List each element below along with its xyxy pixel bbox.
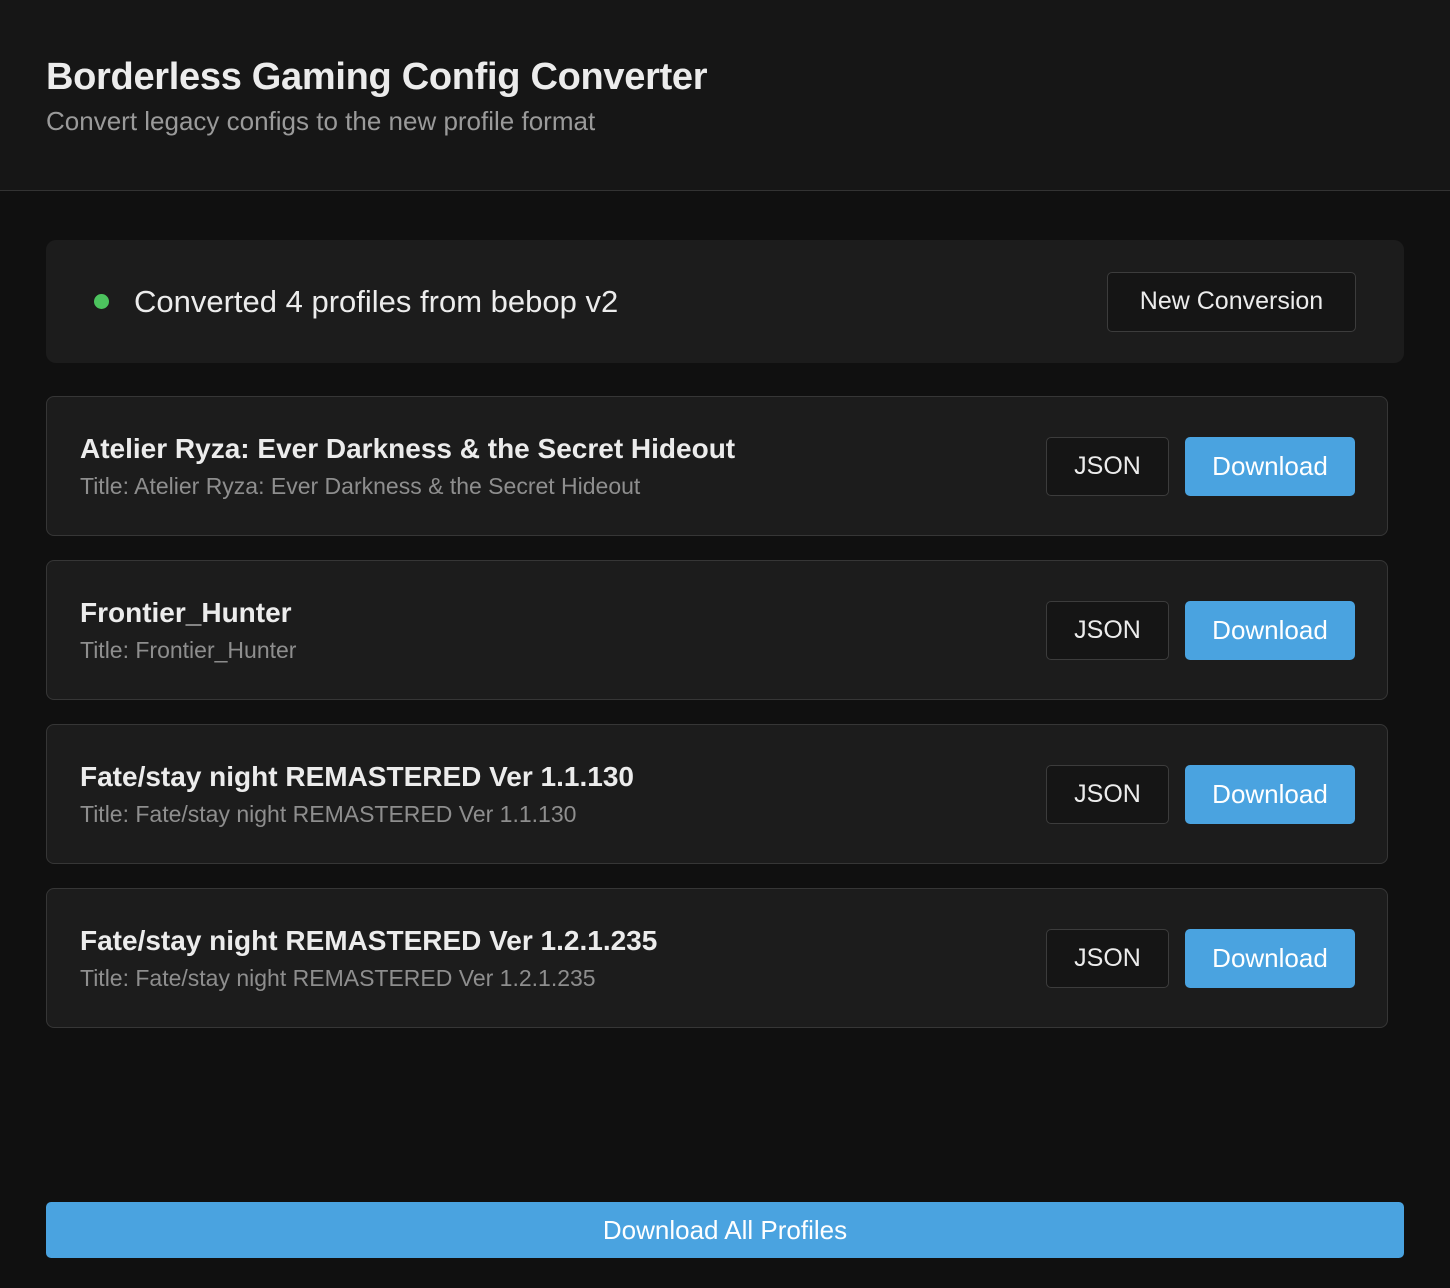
json-button[interactable]: JSON (1046, 600, 1169, 660)
success-status-dot-icon (94, 294, 109, 309)
profile-card: Frontier_Hunter Title: Frontier_Hunter J… (46, 560, 1388, 700)
download-button[interactable]: Download (1185, 764, 1355, 824)
profile-info: Frontier_Hunter Title: Frontier_Hunter (80, 595, 1046, 665)
profile-name: Frontier_Hunter (80, 597, 292, 628)
download-all-profiles-button[interactable]: Download All Profiles (46, 1202, 1404, 1258)
profile-info: Fate/stay night REMASTERED Ver 1.1.130 T… (80, 759, 1046, 829)
status-message: Converted 4 profiles from bebop v2 (134, 283, 619, 319)
download-button[interactable]: Download (1185, 436, 1355, 496)
profile-title-meta: Title: Atelier Ryza: Ever Darkness & the… (80, 473, 641, 499)
profile-info: Fate/stay night REMASTERED Ver 1.2.1.235… (80, 923, 1046, 993)
profile-title-meta: Title: Fate/stay night REMASTERED Ver 1.… (80, 965, 596, 991)
app-window: Borderless Gaming Config Converter Conve… (0, 0, 1450, 1288)
page-subtitle: Convert legacy configs to the new profil… (46, 106, 596, 136)
conversion-status-banner: Converted 4 profiles from bebop v2 New C… (46, 240, 1404, 363)
json-button[interactable]: JSON (1046, 436, 1169, 496)
profile-card: Fate/stay night REMASTERED Ver 1.2.1.235… (46, 888, 1388, 1028)
profile-name: Fate/stay night REMASTERED Ver 1.2.1.235 (80, 925, 658, 956)
profile-card: Atelier Ryza: Ever Darkness & the Secret… (46, 396, 1388, 536)
profile-title-meta: Title: Fate/stay night REMASTERED Ver 1.… (80, 801, 577, 827)
profile-title-meta: Title: Frontier_Hunter (80, 637, 297, 663)
download-button[interactable]: Download (1185, 600, 1355, 660)
profile-card: Fate/stay night REMASTERED Ver 1.1.130 T… (46, 724, 1388, 864)
profile-name: Atelier Ryza: Ever Darkness & the Secret… (80, 433, 736, 464)
page-header: Borderless Gaming Config Converter Conve… (0, 0, 1450, 191)
profile-list: Atelier Ryza: Ever Darkness & the Secret… (46, 396, 1388, 1052)
profile-info: Atelier Ryza: Ever Darkness & the Secret… (80, 431, 1046, 501)
download-button[interactable]: Download (1185, 928, 1355, 988)
new-conversion-button[interactable]: New Conversion (1107, 271, 1356, 332)
page-title: Borderless Gaming Config Converter (46, 56, 708, 98)
json-button[interactable]: JSON (1046, 928, 1169, 988)
json-button[interactable]: JSON (1046, 764, 1169, 824)
profile-name: Fate/stay night REMASTERED Ver 1.1.130 (80, 761, 634, 792)
